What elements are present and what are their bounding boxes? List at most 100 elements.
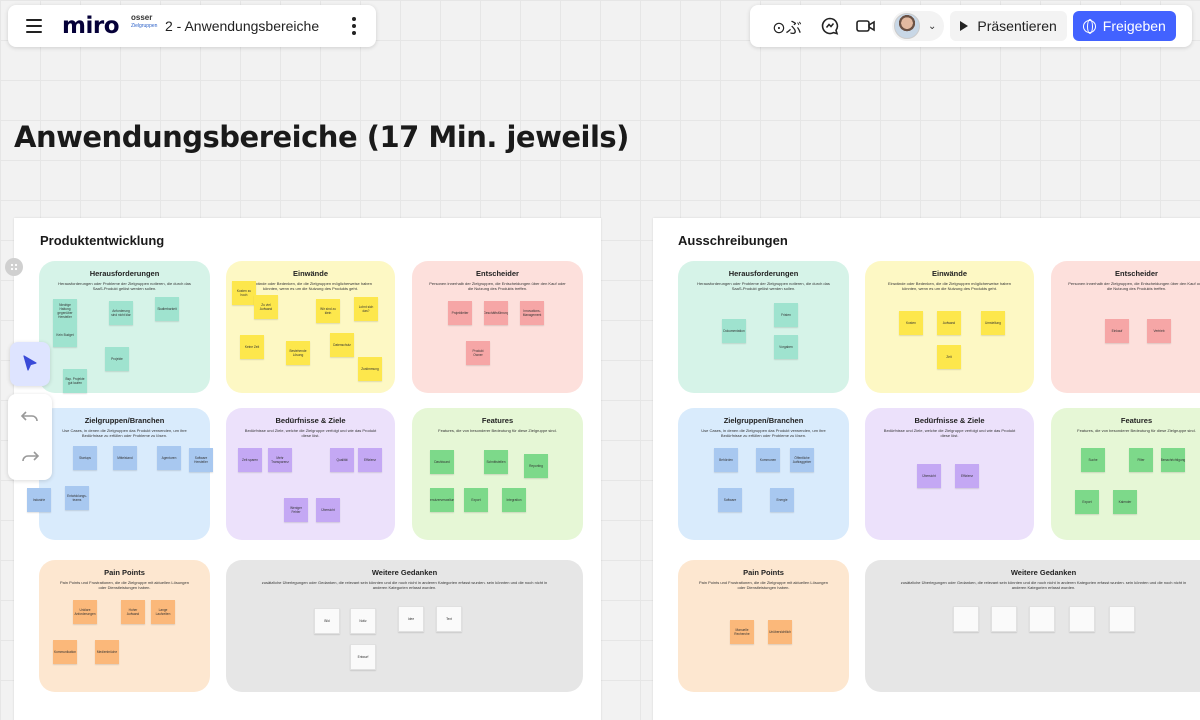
- section-zielgruppen[interactable]: Zielgruppen/Branchen Use Cases, in denen …: [27, 408, 213, 540]
- sticky-note[interactable]: Reporting: [524, 454, 548, 478]
- sticky-note[interactable]: Lange Laufzeiten: [151, 600, 175, 624]
- sticky-note[interactable]: Produkt Owner: [466, 341, 490, 365]
- section-gedanken[interactable]: Weitere Gedanken zusätzliche Überlegungen…: [865, 560, 1200, 692]
- section-einwaende[interactable]: Einwände Einwände oder Bedenken, die die …: [226, 261, 395, 393]
- user-menu-button[interactable]: ⌄: [892, 11, 945, 41]
- sticky-note[interactable]: Energie: [770, 488, 794, 512]
- sticky-note[interactable]: Industrie: [27, 488, 51, 512]
- sticky-note[interactable]: Dashboard: [430, 450, 454, 474]
- section-einwaende[interactable]: Einwände Einwände oder Bedenken, die die …: [865, 261, 1034, 393]
- video-call-icon[interactable]: [848, 10, 884, 42]
- sticky-note[interactable]: Projekte: [105, 347, 129, 371]
- sticky-note[interactable]: Aufwand: [937, 311, 961, 335]
- sticky-note[interactable]: Suche: [1081, 448, 1105, 472]
- sticky-note[interactable]: Agenturen: [157, 446, 181, 470]
- sticky-note[interactable]: Export: [1075, 490, 1099, 514]
- main-menu-icon[interactable]: [26, 19, 42, 33]
- sticky-note[interactable]: Kosten: [899, 311, 923, 335]
- sticky-note[interactable]: Integration: [502, 488, 526, 512]
- board-title[interactable]: 2 - Anwendungsbereiche: [165, 18, 319, 34]
- sticky-note[interactable]: Zu viel Aufwand: [254, 295, 278, 319]
- sticky-note[interactable]: Kommunen: [756, 448, 780, 472]
- sticky-note[interactable]: Effizienz: [358, 448, 382, 472]
- sticky-note[interactable]: Übersicht: [917, 464, 941, 488]
- sticky-note[interactable]: Datenschutz: [330, 333, 354, 357]
- sticky-note[interactable]: Export: [464, 488, 488, 512]
- sticky-note[interactable]: Software: [718, 488, 742, 512]
- sticky-note[interactable]: Qualität: [330, 448, 354, 472]
- sticky-note[interactable]: Unklare Anforderungen: [73, 600, 97, 624]
- sticky-note[interactable]: Benachrichtigung: [1161, 448, 1185, 472]
- frame-ausschreibungen[interactable]: Ausschreibungen Herausforderungen Herausf…: [653, 218, 1200, 720]
- section-painpoints[interactable]: Pain Points Pain Points und Frustrationen…: [39, 560, 210, 692]
- sticky-note[interactable]: Effizienz: [955, 464, 979, 488]
- redo-icon[interactable]: [16, 442, 44, 470]
- section-entscheider[interactable]: Entscheider Personen innerhalb der Zielgr…: [1051, 261, 1200, 393]
- sticky-note[interactable]: Schnittstellen: [484, 450, 508, 474]
- sticky-note[interactable]: Kalender: [1113, 490, 1137, 514]
- sticky-note[interactable]: Idee: [398, 606, 424, 632]
- select-tool-button[interactable]: [10, 342, 50, 386]
- sticky-note[interactable]: [991, 606, 1017, 632]
- sticky-note[interactable]: Innovations-Management: [520, 301, 544, 325]
- section-painpoints[interactable]: Pain Points Pain Points und Frustrationen…: [678, 560, 849, 692]
- sticky-note[interactable]: Keine Zeit: [240, 335, 264, 359]
- sticky-note[interactable]: Text: [436, 606, 462, 632]
- sticky-note[interactable]: Vorgaben: [774, 335, 798, 359]
- sticky-note[interactable]: Weniger Fehler: [284, 498, 308, 522]
- section-features[interactable]: Features Features, die von besonderer Bed…: [1051, 408, 1200, 540]
- drag-handle-icon[interactable]: [5, 258, 23, 276]
- sticky-note[interactable]: Mittelstand: [113, 446, 137, 470]
- frame-produktentwicklung[interactable]: Produktentwicklung Herausforderungen Hera…: [14, 218, 601, 720]
- sticky-note[interactable]: Umstellung: [981, 311, 1005, 335]
- sticky-note[interactable]: Filter: [1129, 448, 1153, 472]
- sticky-note[interactable]: Kommunikation: [53, 640, 77, 664]
- sticky-note[interactable]: Wir sind zu klein: [316, 299, 340, 323]
- sticky-note[interactable]: Zustimmung: [358, 357, 382, 381]
- present-button[interactable]: Präsentieren: [950, 11, 1067, 41]
- sticky-note[interactable]: Lohnt sich das?: [354, 297, 378, 321]
- share-button[interactable]: Freigeben: [1072, 11, 1176, 41]
- sticky-note[interactable]: Notiz: [350, 608, 376, 634]
- sticky-note[interactable]: Kein Budget: [53, 323, 77, 347]
- sticky-note[interactable]: Bild: [314, 608, 340, 634]
- section-herausforderungen[interactable]: Herausforderungen Herausforderungen oder …: [39, 261, 210, 393]
- sticky-note[interactable]: Entwicklungs-teams: [65, 486, 89, 510]
- sticky-note[interactable]: Medienbrüche: [95, 640, 119, 664]
- sticky-note[interactable]: Bestehende Lösung: [286, 341, 310, 365]
- section-gedanken[interactable]: Weitere Gedanken zusätzliche Überlegungen…: [226, 560, 583, 692]
- sticky-note[interactable]: [1109, 606, 1135, 632]
- section-features[interactable]: Features Features, die von besonderer Bed…: [412, 408, 583, 540]
- sticky-note[interactable]: Hoher Aufwand: [121, 600, 145, 624]
- sticky-note[interactable]: Behörden: [714, 448, 738, 472]
- sticky-note[interactable]: Zeit sparen: [238, 448, 262, 472]
- sticky-note[interactable]: Dokumentation: [722, 319, 746, 343]
- reactions-icon[interactable]: ⊙ぶ: [762, 10, 812, 42]
- undo-icon[interactable]: [16, 402, 44, 430]
- section-beduerfnisse[interactable]: Bedürfnisse & Ziele Bedürfnisse und Ziele…: [226, 408, 395, 540]
- sticky-note[interactable]: [953, 606, 979, 632]
- sticky-note[interactable]: [1029, 606, 1055, 632]
- sticky-note[interactable]: Öffentliche Auftraggeber: [790, 448, 814, 472]
- sticky-note[interactable]: Bsp. Projekte gut laufen: [63, 369, 87, 393]
- sticky-note[interactable]: [1069, 606, 1095, 632]
- sticky-note[interactable]: Unübersichtlich: [768, 620, 792, 644]
- miro-logo[interactable]: miro: [62, 13, 120, 39]
- sticky-note[interactable]: Kosten zu hoch: [232, 281, 256, 305]
- sticky-note[interactable]: Projektleiter: [448, 301, 472, 325]
- sticky-note[interactable]: Mehr Transparenz: [268, 448, 292, 472]
- sticky-note[interactable]: Fristen: [774, 303, 798, 327]
- sticky-note[interactable]: Software Hersteller: [189, 448, 213, 472]
- sticky-note[interactable]: Benutzerverwaltung: [430, 488, 454, 512]
- section-zielgruppen[interactable]: Zielgruppen/Branchen Use Cases, in denen …: [678, 408, 849, 540]
- more-options-icon[interactable]: [346, 16, 362, 36]
- section-entscheider[interactable]: Entscheider Personen innerhalb der Zielgr…: [412, 261, 583, 393]
- sticky-note[interactable]: Zeit: [937, 345, 961, 369]
- sticky-note[interactable]: Einkauf: [1105, 319, 1129, 343]
- sticky-note[interactable]: Vertrieb: [1147, 319, 1171, 343]
- sticky-note[interactable]: Skalierbarkeit: [155, 297, 179, 321]
- sticky-note[interactable]: Anforderung sind nicht klar: [109, 301, 133, 325]
- sticky-note[interactable]: Übersicht: [316, 498, 340, 522]
- sticky-note[interactable]: Entwurf: [350, 644, 376, 670]
- sticky-note[interactable]: Manuelle Recherche: [730, 620, 754, 644]
